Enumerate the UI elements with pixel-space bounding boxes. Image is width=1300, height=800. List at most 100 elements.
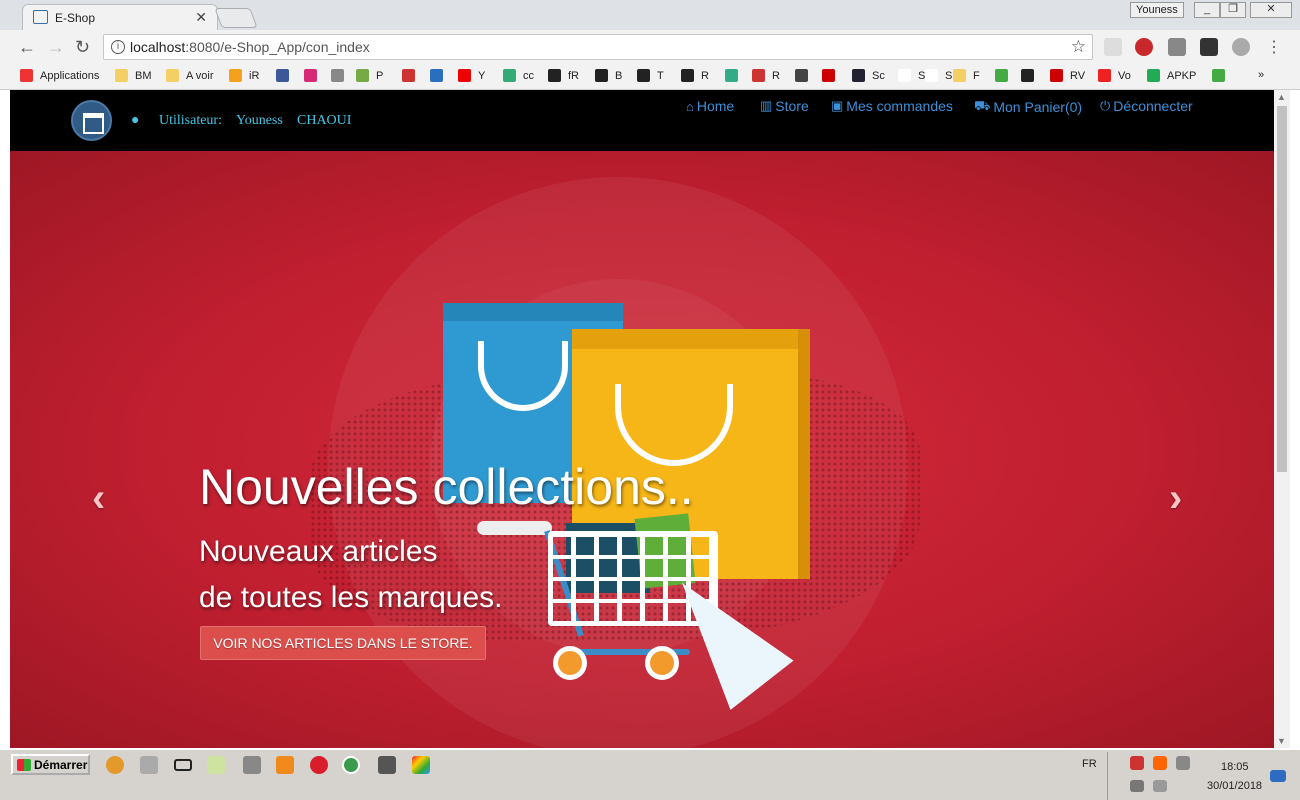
bookmark-item[interactable]: F xyxy=(953,69,980,82)
bookmark-item[interactable]: T xyxy=(637,69,664,82)
cart-wheel-illustration xyxy=(645,646,679,680)
site-info-icon[interactable]: i xyxy=(111,40,125,54)
nav-mon-panier[interactable]: ⛟ Mon Panier(0) xyxy=(974,98,1082,116)
extension-icon[interactable] xyxy=(1104,38,1122,56)
bookmark-label: APKP xyxy=(1167,69,1197,82)
address-bar[interactable]: i localhost:8080/e-Shop_App/con_index ☆ xyxy=(103,34,1093,60)
menu-icon[interactable]: ⋮ xyxy=(1266,37,1282,57)
clock-date[interactable]: 30/01/2018 xyxy=(1207,780,1262,792)
bookmark-item[interactable]: cc xyxy=(503,69,534,82)
extension-icon[interactable] xyxy=(1200,38,1218,56)
scroll-up-icon[interactable]: ▲ xyxy=(1277,92,1286,102)
user-icon: ● xyxy=(131,111,140,127)
bookmark-item[interactable]: APKP xyxy=(1147,69,1196,82)
bookmark-item[interactable] xyxy=(995,69,1015,82)
bookmark-label: T xyxy=(657,69,664,82)
folder-icon[interactable] xyxy=(207,756,225,774)
bookmark-label: P xyxy=(376,69,384,82)
language-indicator[interactable]: FR xyxy=(1082,758,1097,770)
bookmark-favicon-icon xyxy=(430,69,443,82)
taskbar-app-icon[interactable] xyxy=(378,756,396,774)
bookmark-item[interactable]: Y xyxy=(458,69,485,82)
new-tab-button[interactable] xyxy=(214,8,258,28)
bookmark-item[interactable]: RV xyxy=(1050,69,1085,82)
bookmark-item[interactable] xyxy=(1212,69,1232,82)
bookmark-item[interactable] xyxy=(276,69,296,82)
bookmark-star-icon[interactable]: ☆ xyxy=(1071,37,1086,57)
tray-icon[interactable] xyxy=(1153,756,1167,770)
hero-subtitle-line: de toutes les marques. xyxy=(199,581,503,614)
store-logo-icon[interactable] xyxy=(71,100,112,141)
bookmark-favicon-icon xyxy=(925,69,938,82)
bookmark-item[interactable] xyxy=(331,69,351,82)
bookmark-favicon-icon xyxy=(115,69,128,82)
scrollbar-thumb[interactable] xyxy=(1277,106,1287,472)
nav-home[interactable]: ⌂ Home xyxy=(686,98,734,114)
bookmark-item[interactable]: R xyxy=(681,69,709,82)
bookmark-item[interactable] xyxy=(1021,69,1041,82)
bookmark-item[interactable]: iR xyxy=(229,69,259,82)
bookmark-item[interactable] xyxy=(430,69,450,82)
vlc-icon[interactable] xyxy=(276,756,294,774)
desktop-icon[interactable] xyxy=(174,759,192,771)
window-user-badge[interactable]: Youness xyxy=(1130,2,1184,18)
bookmark-favicon-icon xyxy=(229,69,242,82)
cart-wheel-illustration xyxy=(553,646,587,680)
tray-icon[interactable] xyxy=(1130,756,1144,770)
opera-icon[interactable] xyxy=(310,756,328,774)
nav-store[interactable]: ▥ Store xyxy=(760,98,809,114)
bookmark-item[interactable]: fR xyxy=(548,69,579,82)
hero-subtitle-line: Nouveaux articles xyxy=(199,535,438,568)
tab-close-icon[interactable]: ✕ xyxy=(195,9,207,26)
bookmark-item[interactable] xyxy=(795,69,815,82)
bookmarks-overflow-icon[interactable]: » xyxy=(1258,69,1264,81)
browser-tab-strip: E-Shop ✕ Youness _ ❐ ✕ xyxy=(0,0,1300,30)
clock-time[interactable]: 18:05 xyxy=(1221,761,1249,773)
taskbar-app-icon[interactable] xyxy=(243,756,261,774)
paint-icon[interactable] xyxy=(412,756,430,774)
show-desktop-icon[interactable] xyxy=(1270,770,1286,782)
bookmark-label: iR xyxy=(249,69,260,82)
bookmark-item[interactable] xyxy=(725,69,745,82)
network-icon[interactable] xyxy=(1130,780,1144,792)
bookmark-item[interactable]: BM xyxy=(115,69,152,82)
carousel-next-icon[interactable]: › xyxy=(1169,476,1182,521)
carousel-prev-icon[interactable]: ‹ xyxy=(92,476,105,521)
adblock-icon[interactable] xyxy=(1135,38,1153,56)
reload-icon[interactable]: ↻ xyxy=(75,37,90,58)
bookmark-favicon-icon xyxy=(725,69,738,82)
browser-tab[interactable]: E-Shop ✕ xyxy=(22,4,218,30)
extension-icon[interactable] xyxy=(1232,38,1250,56)
bookmark-item[interactable]: A voir xyxy=(166,69,214,82)
back-icon[interactable]: ← xyxy=(18,37,36,58)
window-close-icon[interactable]: ✕ xyxy=(1250,2,1292,18)
start-button[interactable]: Démarrer xyxy=(11,754,90,775)
bookmark-item[interactable]: B xyxy=(595,69,622,82)
bookmark-item[interactable]: P xyxy=(356,69,383,82)
bookmark-favicon-icon xyxy=(752,69,765,82)
page-scrollbar[interactable]: ▲ ▼ xyxy=(1274,90,1290,748)
bookmark-item[interactable]: Sc xyxy=(852,69,885,82)
scroll-down-icon[interactable]: ▼ xyxy=(1277,736,1286,746)
bookmark-item[interactable] xyxy=(822,69,842,82)
bookmark-item[interactable]: R xyxy=(752,69,780,82)
bookmark-item[interactable] xyxy=(304,69,324,82)
bookmark-item[interactable]: Vo xyxy=(1098,69,1131,82)
apps-shortcut[interactable]: Applications xyxy=(20,69,99,82)
bookmark-favicon-icon xyxy=(1050,69,1063,82)
bookmark-favicon-icon xyxy=(681,69,694,82)
chrome-icon[interactable] xyxy=(342,756,360,774)
nav-mes-commandes[interactable]: ▣ Mes commandes xyxy=(831,98,953,114)
taskbar-app-icon[interactable] xyxy=(140,756,158,774)
minimize-icon[interactable]: _ xyxy=(1194,2,1220,18)
store-cta-button[interactable]: VOIR NOS ARTICLES DANS LE STORE. xyxy=(200,626,486,660)
bookmark-label: cc xyxy=(523,69,534,82)
tray-icon[interactable] xyxy=(1176,756,1190,770)
bookmark-item[interactable] xyxy=(402,69,422,82)
forward-icon[interactable]: → xyxy=(47,37,65,58)
maximize-icon[interactable]: ❐ xyxy=(1220,2,1246,18)
search-icon[interactable] xyxy=(106,756,124,774)
volume-icon[interactable] xyxy=(1153,780,1167,792)
nav-deconnecter[interactable]: ⏻ Déconnecter xyxy=(1100,98,1193,114)
extension-icon[interactable] xyxy=(1168,38,1186,56)
